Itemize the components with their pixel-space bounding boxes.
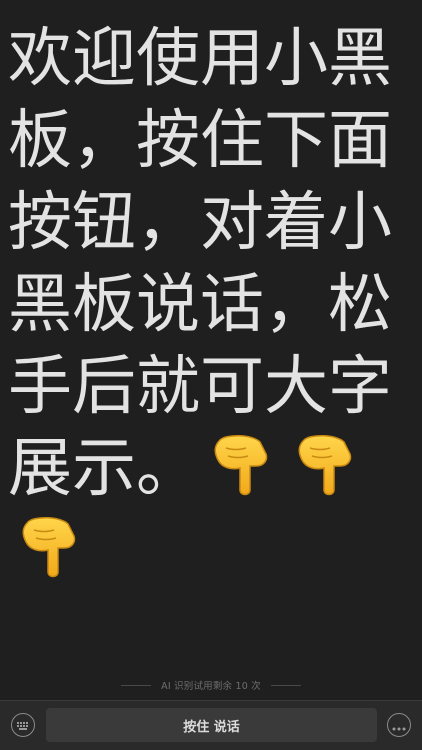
pointing-down-hand-icon: [14, 510, 86, 582]
blackboard-text-container: 欢迎使用小黑板，按住下面按钮，对着小黑板说话，松手后就可大字展示。: [8, 18, 414, 592]
bottom-toolbar: 按住 说话: [0, 700, 422, 750]
app-root: 欢迎使用小黑板，按住下面按钮，对着小黑板说话，松手后就可大字展示。 AI 识别试…: [0, 0, 422, 750]
divider-left: [121, 684, 152, 686]
more-button[interactable]: [387, 713, 411, 737]
hold-to-talk-button[interactable]: 按住 说话: [46, 708, 377, 742]
pointing-down-hand-icon: [206, 428, 278, 500]
keyboard-button[interactable]: [11, 713, 35, 737]
ai-trial-hint-text: AI 识别试用剩余 10 次: [161, 681, 261, 692]
more-icon: [392, 716, 406, 735]
ai-trial-hint: AI 识别试用剩余 10 次: [0, 677, 422, 693]
keyboard-icon: [16, 716, 30, 735]
pointing-down-hand-icon: [290, 428, 362, 500]
hold-to-talk-label: 按住 说话: [183, 719, 240, 735]
divider-right: [270, 684, 301, 686]
blackboard-display: 欢迎使用小黑板，按住下面按钮，对着小黑板说话，松手后就可大字展示。: [8, 18, 414, 668]
